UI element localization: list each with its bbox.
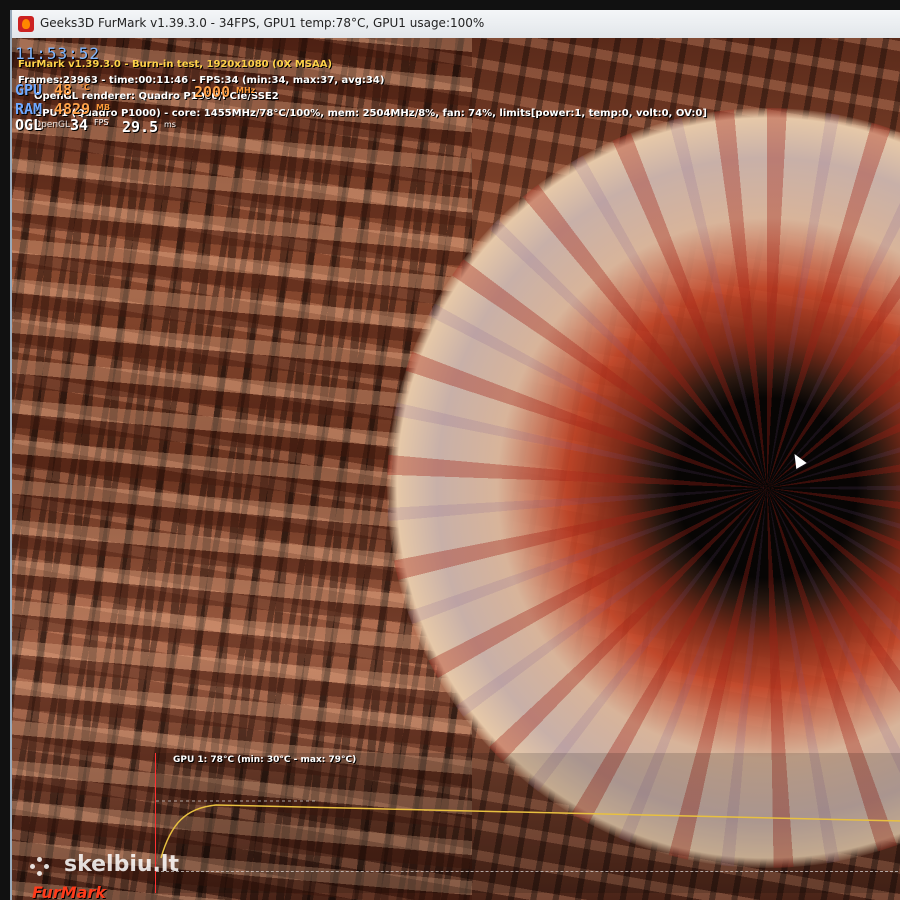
- gpu-label: GPU: [15, 81, 43, 99]
- skelbiu-watermark: skelbiu.lt: [64, 852, 179, 877]
- frame-time-value: 29.5: [122, 118, 159, 136]
- furmark-logo: FurMark: [32, 883, 106, 900]
- temperature-graph: GPU 1: 78°C (min: 30°C - max: 79°C): [155, 753, 900, 893]
- gpu-temp-unit: °C: [80, 83, 90, 92]
- furmark-app-icon: [18, 16, 34, 32]
- frame-time-unit: ms: [164, 120, 176, 129]
- fps-unit: FPS: [94, 118, 109, 127]
- render-viewport[interactable]: 11:53:52 FurMark v1.39.3.0 - Burn-in tes…: [12, 38, 900, 900]
- skelbiu-logo-icon: [30, 854, 56, 880]
- furmark-window[interactable]: Geeks3D FurMark v1.39.3.0 - 34FPS, GPU1 …: [10, 10, 900, 900]
- gpu-clock-unit: MHz: [236, 86, 256, 95]
- temperature-graph-line: [156, 800, 900, 859]
- fps-value: 34: [70, 116, 89, 134]
- monitor-frame: Geeks3D FurMark v1.39.3.0 - 34FPS, GPU1 …: [0, 0, 900, 900]
- gpu-clock-value: 2000: [194, 83, 231, 101]
- title-bar[interactable]: Geeks3D FurMark v1.39.3.0 - 34FPS, GPU1 …: [12, 10, 900, 39]
- gpu-temp-value: 48: [54, 81, 73, 99]
- osd-test-info: FurMark v1.39.3.0 - Burn-in test, 1920x1…: [18, 59, 333, 70]
- ram-unit: MB: [96, 103, 111, 112]
- window-title: Geeks3D FurMark v1.39.3.0 - 34FPS, GPU1 …: [40, 16, 485, 30]
- ogl-label: OGL: [15, 116, 43, 134]
